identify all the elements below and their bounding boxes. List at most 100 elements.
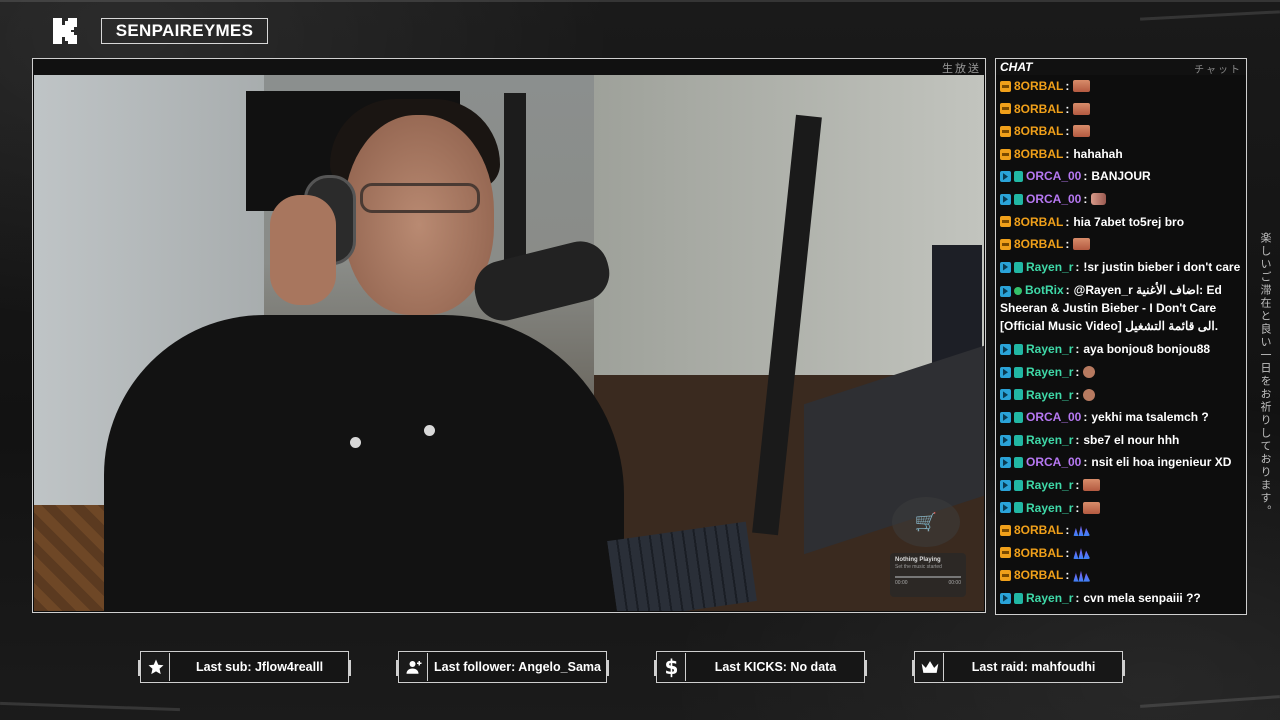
chat-title-jp: チャット: [1194, 65, 1242, 76]
gift-badge-icon: [1014, 434, 1023, 446]
chat-username[interactable]: 8ORBAL: [1014, 98, 1063, 121]
emote-icon: [1073, 125, 1091, 138]
panel-edge: [396, 660, 399, 676]
chat-text: yekhi ma tsalemch ?: [1091, 410, 1209, 425]
music-player-widget: Nothing Playing Set the music started 00…: [890, 553, 966, 597]
chat-username[interactable]: Rayen_r: [1026, 474, 1073, 497]
chat-username[interactable]: 8ORBAL: [1014, 75, 1063, 98]
gift-badge-icon: [1014, 457, 1023, 469]
chat-username[interactable]: Rayen_r: [1026, 384, 1073, 407]
gift-badge-icon: [1014, 366, 1023, 378]
jacket-button: [350, 437, 361, 448]
music-cart-icon: 🛒: [892, 497, 960, 547]
chat-message: Rayen_r: cvn mela senpaiii ??: [1000, 587, 1242, 610]
sub-badge-icon: [1000, 570, 1011, 582]
kick-badge-icon: [1000, 479, 1011, 491]
chat-username[interactable]: Rayen_r: [1026, 429, 1073, 452]
chat-username[interactable]: ORCA_00: [1026, 165, 1081, 188]
chat-username[interactable]: Rayen_r: [1026, 587, 1073, 610]
chat-username[interactable]: 8ORBAL: [1014, 211, 1063, 234]
chat-username[interactable]: ORCA_00: [1026, 406, 1081, 429]
chat-username[interactable]: ORCA_00: [1026, 451, 1081, 474]
chat-username[interactable]: 8ORBAL: [1014, 564, 1063, 587]
emote-icon: [1073, 238, 1091, 251]
last-kicks-panel: $ Last KICKS: No data: [654, 651, 867, 683]
sub-badge-icon: [1000, 125, 1011, 137]
emote-icon: [1073, 548, 1091, 559]
chat-message: 8ORBAL:: [1000, 75, 1242, 98]
gift-badge-icon: [1014, 411, 1023, 423]
chat-message: ORCA_00: yekhi ma tsalemch ?: [1000, 406, 1242, 429]
last-sub-panel: Last sub: Jflow4realll: [138, 651, 351, 683]
channel-name: SENPAIREYMES: [115, 21, 254, 40]
chat-username[interactable]: Rayen_r: [1026, 497, 1073, 520]
chat-username[interactable]: Rayen_r: [1026, 361, 1073, 384]
chat-text: hia 7abet to5rej bro: [1073, 214, 1185, 229]
dollar-icon: $: [658, 653, 686, 681]
panel-edge: [1122, 660, 1125, 676]
music-time-end: 00:00: [948, 580, 961, 586]
sub-badge-icon: [1000, 238, 1011, 250]
chat-username[interactable]: 8ORBAL: [1014, 143, 1063, 166]
border-scratch: [0, 0, 1280, 2]
gift-badge-icon: [1014, 389, 1023, 401]
emote-icon: [1083, 388, 1096, 401]
chat-separator: :: [1075, 500, 1080, 515]
music-title: Nothing Playing: [895, 557, 941, 563]
gift-badge-icon: [1014, 171, 1023, 183]
user-plus-icon: [400, 653, 428, 681]
chat-text: !sr justin bieber i don't care: [1083, 259, 1241, 274]
chat-message: 8ORBAL: hia 7abet to5rej bro: [1000, 211, 1242, 234]
chat-text: nsit eli hoa ingenieur XD: [1091, 455, 1232, 470]
glasses: [360, 183, 480, 213]
chat-text: cvn mela senpaiii ??: [1083, 590, 1201, 605]
chat-panel: CHAT チャット 8ORBAL:8ORBAL:8ORBAL:8ORBAL: ha…: [995, 58, 1247, 615]
chat-message: Rayen_r: aya bonjou8 bonjou88: [1000, 338, 1242, 361]
chat-separator: :: [1065, 214, 1070, 229]
sub-badge-icon: [1000, 148, 1011, 160]
kick-badge-icon: [1000, 411, 1011, 423]
chat-title: CHAT: [1000, 60, 1033, 74]
sub-badge-icon: [1000, 80, 1011, 92]
chat-separator: :: [1065, 568, 1070, 583]
chat-username[interactable]: 8ORBAL: [1014, 542, 1063, 565]
chat-separator: :: [1083, 410, 1088, 425]
live-label: 生放送: [942, 63, 981, 75]
gift-badge-icon: [1014, 344, 1023, 356]
sub-badge-icon: [1000, 216, 1011, 228]
channel-name-box: SENPAIREYMES: [101, 18, 268, 44]
chat-message: Rayen_r:: [1000, 384, 1242, 407]
kick-badge-icon: [1000, 171, 1011, 183]
emote-icon: [1091, 193, 1107, 206]
jacket-button: [424, 425, 435, 436]
kick-badge-icon: [1000, 366, 1011, 378]
chat-message: Rayen_r:: [1000, 474, 1242, 497]
gift-badge-icon: [1014, 261, 1023, 273]
panel-edge: [606, 660, 609, 676]
music-time-start: 00:00: [895, 580, 908, 586]
last-kicks-text: Last KICKS: No data: [714, 660, 837, 674]
chat-username[interactable]: BotRix: [1025, 283, 1064, 297]
chat-username[interactable]: 8ORBAL: [1014, 233, 1063, 256]
chat-separator: :: [1083, 169, 1088, 184]
chat-separator: :: [1065, 124, 1070, 139]
emote-icon: [1083, 501, 1101, 514]
chat-separator: :: [1065, 545, 1070, 560]
kick-badge-icon: [1000, 344, 1011, 356]
star-icon: [142, 653, 170, 681]
chat-separator: :: [1075, 342, 1080, 357]
chat-message: Rayen_r:: [1000, 361, 1242, 384]
kick-badge-icon: [1000, 285, 1011, 297]
gift-badge-icon: [1014, 592, 1023, 604]
chat-separator: :: [1075, 364, 1080, 379]
chat-username[interactable]: 8ORBAL: [1014, 519, 1063, 542]
panel-edge: [654, 660, 657, 676]
chat-username[interactable]: Rayen_r: [1026, 338, 1073, 361]
chat-username[interactable]: 8ORBAL: [1014, 120, 1063, 143]
chat-separator: :: [1075, 590, 1080, 605]
chat-separator: :: [1075, 387, 1080, 402]
chat-username[interactable]: Rayen_r: [1026, 256, 1073, 279]
chat-username[interactable]: ORCA_00: [1026, 188, 1081, 211]
chat-separator: :: [1065, 283, 1070, 298]
emote-icon: [1083, 479, 1101, 492]
